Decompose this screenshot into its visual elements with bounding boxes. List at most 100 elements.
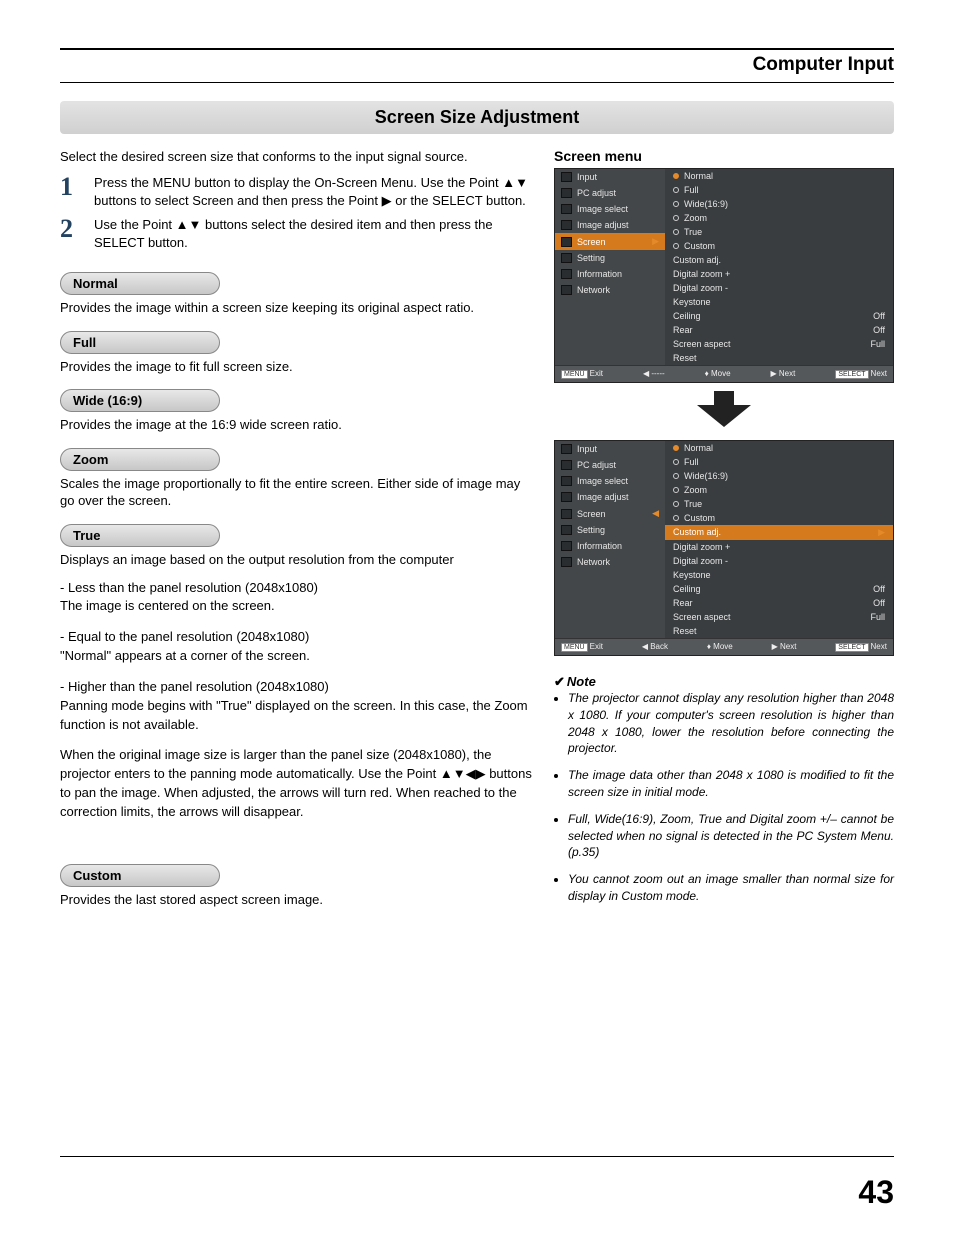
opt: Zoom	[684, 485, 707, 495]
true-sub1a: - Less than the panel resolution (2048x1…	[60, 580, 318, 595]
menu-footer-2: MENUExit ◀ Back ♦ Move ▶ Next SELECTNext	[555, 638, 893, 655]
pill-full: Full	[60, 331, 220, 354]
step-num: 2	[60, 216, 84, 252]
opt: Rear	[673, 325, 693, 335]
menu-item: Network	[577, 285, 610, 295]
step-text: Use the Point ▲▼ buttons select the desi…	[94, 216, 536, 252]
desc-true: Displays an image based on the output re…	[60, 551, 536, 569]
menu-footer-1: MENUExit ◀ ----- ♦ Move ▶ Next SELECTNex…	[555, 365, 893, 382]
page-number: 43	[858, 1174, 894, 1211]
step-1: 1 Press the MENU button to display the O…	[60, 174, 536, 210]
f-move: Move	[711, 369, 731, 378]
pill-zoom: Zoom	[60, 448, 220, 471]
f-next: Next	[779, 369, 795, 378]
menu-item: PC adjust	[577, 460, 616, 470]
menu-left-2: Input PC adjust Image select Image adjus…	[555, 441, 665, 638]
opt: Keystone	[673, 570, 711, 580]
page-title: Screen Size Adjustment	[60, 101, 894, 134]
intro-text: Select the desired screen size that conf…	[60, 148, 536, 166]
menu-item: Image select	[577, 204, 628, 214]
opt: Custom	[684, 513, 715, 523]
menu-item: Information	[577, 541, 622, 551]
step-num: 1	[60, 174, 84, 210]
menu-key: MENU	[561, 643, 588, 652]
opt: Wide(16:9)	[684, 199, 728, 209]
pill-wide: Wide (16:9)	[60, 389, 220, 412]
val: Off	[873, 325, 885, 335]
menu-panel-1: Input PC adjust Image select Image adjus…	[554, 168, 894, 383]
desc-wide: Provides the image at the 16:9 wide scre…	[60, 416, 536, 434]
step-text: Press the MENU button to display the On-…	[94, 174, 536, 210]
menu-item: PC adjust	[577, 188, 616, 198]
desc-full: Provides the image to fit full screen si…	[60, 358, 536, 376]
select-key: SELECT	[835, 643, 868, 652]
menu-right-1: Normal Full Wide(16:9) Zoom True Custom …	[665, 169, 893, 365]
f-select: Next	[871, 369, 887, 378]
opt: Ceiling	[673, 311, 701, 321]
opt: Full	[684, 185, 699, 195]
screen-menu-title: Screen menu	[554, 148, 894, 164]
note-item: Full, Wide(16:9), Zoom, True and Digital…	[568, 811, 894, 861]
opt: Digital zoom -	[673, 556, 728, 566]
notes-list: The projector cannot display any resolut…	[554, 690, 894, 905]
menu-item-selected: Screen	[577, 237, 606, 247]
f-back: -----	[651, 369, 664, 378]
true-sub2b: "Normal" appears at a corner of the scre…	[60, 648, 310, 663]
pill-normal: Normal	[60, 272, 220, 295]
opt: Wide(16:9)	[684, 471, 728, 481]
opt: Reset	[673, 353, 697, 363]
note-item: The projector cannot display any resolut…	[568, 690, 894, 757]
opt: Ceiling	[673, 584, 701, 594]
f-next: Next	[780, 642, 796, 651]
opt: Reset	[673, 626, 697, 636]
menu-item: Network	[577, 557, 610, 567]
note-item: You cannot zoom out an image smaller tha…	[568, 871, 894, 905]
opt: Normal	[684, 171, 713, 181]
f-exit: Exit	[590, 642, 603, 651]
opt-selected: Custom adj.	[673, 527, 721, 538]
menu-item: Image adjust	[577, 492, 629, 502]
menu-item: Input	[577, 172, 597, 182]
val: Off	[873, 311, 885, 321]
note-heading: Note	[567, 674, 596, 689]
true-sublist: - Less than the panel resolution (2048x1…	[60, 579, 536, 822]
opt: Rear	[673, 598, 693, 608]
val: Off	[873, 584, 885, 594]
opt: Zoom	[684, 213, 707, 223]
f-exit: Exit	[590, 369, 603, 378]
opt: Screen aspect	[673, 612, 731, 622]
opt: Screen aspect	[673, 339, 731, 349]
opt: Normal	[684, 443, 713, 453]
menu-right-2: Normal Full Wide(16:9) Zoom True Custom …	[665, 441, 893, 638]
menu-key: MENU	[561, 370, 588, 379]
opt: Keystone	[673, 297, 711, 307]
desc-normal: Provides the image within a screen size …	[60, 299, 536, 317]
f-back: Back	[650, 642, 668, 651]
desc-custom: Provides the last stored aspect screen i…	[60, 891, 536, 909]
val: Off	[873, 598, 885, 608]
opt: True	[684, 227, 702, 237]
menu-left-1: Input PC adjust Image select Image adjus…	[555, 169, 665, 365]
true-sub1b: The image is centered on the screen.	[60, 598, 275, 613]
select-key: SELECT	[835, 370, 868, 379]
opt: Custom adj.	[673, 255, 721, 265]
menu-item: Setting	[577, 525, 605, 535]
menu-item: Information	[577, 269, 622, 279]
section-header: Computer Input	[753, 54, 894, 76]
opt: Full	[684, 457, 699, 467]
menu-item: Image select	[577, 476, 628, 486]
true-sub4: When the original image size is larger t…	[60, 747, 532, 819]
pill-true: True	[60, 524, 220, 547]
menu-item: Input	[577, 444, 597, 454]
opt: Digital zoom +	[673, 542, 730, 552]
true-sub2a: - Equal to the panel resolution (2048x10…	[60, 629, 309, 644]
menu-item: Image adjust	[577, 220, 629, 230]
opt: Digital zoom -	[673, 283, 728, 293]
down-arrow-icon	[554, 391, 894, 432]
val: Full	[870, 612, 885, 622]
opt: True	[684, 499, 702, 509]
menu-item: Setting	[577, 253, 605, 263]
opt: Custom	[684, 241, 715, 251]
menu-panel-2: Input PC adjust Image select Image adjus…	[554, 440, 894, 656]
val: Full	[870, 339, 885, 349]
